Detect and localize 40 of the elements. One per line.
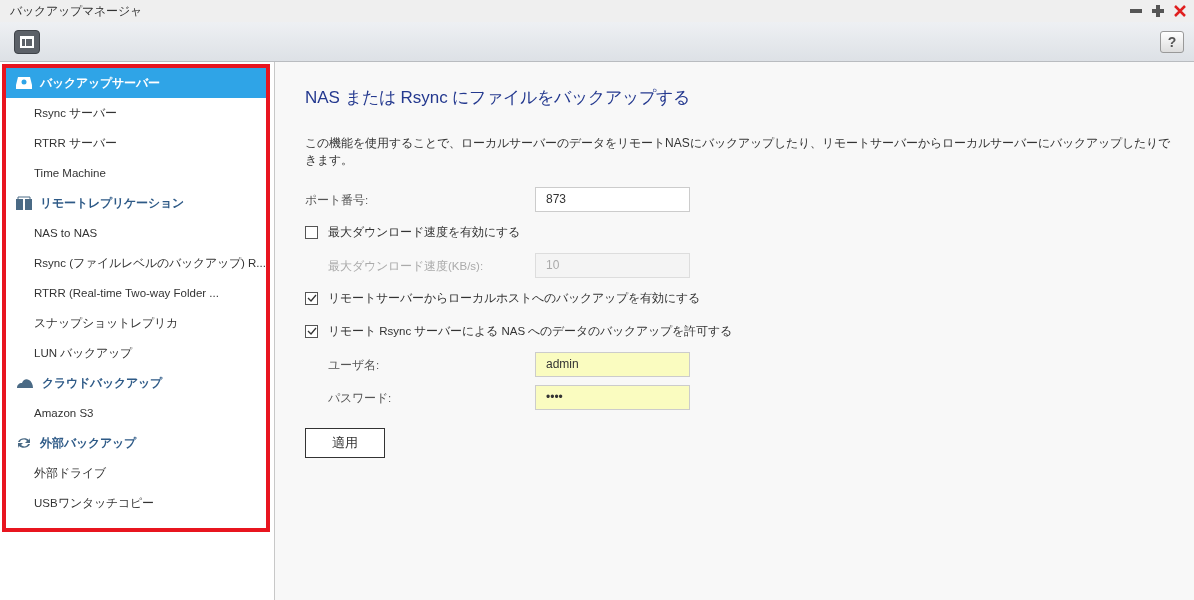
cloud-icon xyxy=(16,377,34,389)
input-field[interactable]: •••• xyxy=(535,384,690,410)
sidebar-item[interactable]: 外部ドライブ xyxy=(6,458,266,488)
sidebar-item[interactable]: Rsync (ファイルレベルのバックアップ) R... xyxy=(6,248,266,278)
input-field[interactable]: 873 xyxy=(535,186,690,212)
description: この機能を使用することで、ローカルサーバーのデータをリモートNASにバックアップしたり、リモートサーバーからローカルサーバーにバックアップしたりできます。 xyxy=(305,135,1171,169)
sidebar-group[interactable]: 外部バックアップ xyxy=(6,428,266,458)
sidebar-item[interactable]: Rsync サーバー xyxy=(6,98,266,128)
page-title: NAS または Rsync にファイルをバックアップする xyxy=(305,87,692,109)
checkbox[interactable] xyxy=(305,324,318,338)
input-field[interactable]: admin xyxy=(535,351,690,377)
maximize-icon[interactable] xyxy=(1152,5,1164,17)
checkbox[interactable] xyxy=(305,291,318,305)
panel-icon xyxy=(20,35,34,48)
sidebar-item[interactable]: RTRR (Real-time Two-way Folder ... xyxy=(6,278,266,308)
sidebar-item[interactable]: USBワンタッチコピー xyxy=(6,488,266,518)
checkbox-label: リモート Rsync サーバーによる NAS へのデータのバックアップを許可する xyxy=(328,323,733,339)
checkbox[interactable] xyxy=(305,225,318,239)
sidebar-item[interactable]: スナップショットレプリカ xyxy=(6,308,266,338)
servers-icon xyxy=(16,196,32,210)
sidebar-group[interactable]: クラウドバックアップ xyxy=(6,368,266,398)
sync-icon xyxy=(16,436,32,450)
checkbox-label: 最大ダウンロード速度を有効にする xyxy=(328,224,520,240)
sidebar-item[interactable]: Time Machine xyxy=(6,158,266,188)
field-label: ユーザ名: xyxy=(328,359,380,372)
field-label: パスワード: xyxy=(328,392,392,405)
layout-button[interactable] xyxy=(14,29,40,54)
close-icon[interactable] xyxy=(1174,5,1186,17)
checkbox-label: リモートサーバーからローカルホストへのバックアップを有効にする xyxy=(328,290,700,306)
sidebar-item[interactable]: Amazon S3 xyxy=(6,398,266,428)
help-button[interactable]: ? xyxy=(1160,30,1184,53)
field-label: 最大ダウンロード速度(KB/s): xyxy=(328,260,484,273)
field-label: ポート番号: xyxy=(305,194,369,207)
sidebar-item[interactable]: RTRR サーバー xyxy=(6,128,266,158)
window-title: バックアップマネージャ xyxy=(10,2,142,20)
drive-icon xyxy=(16,76,32,90)
apply-button[interactable]: 適用 xyxy=(305,427,385,458)
sidebar-item[interactable]: NAS to NAS xyxy=(6,218,266,248)
sidebar-group[interactable]: リモートレプリケーション xyxy=(6,188,266,218)
sidebar-item[interactable]: LUN バックアップ xyxy=(6,338,266,368)
